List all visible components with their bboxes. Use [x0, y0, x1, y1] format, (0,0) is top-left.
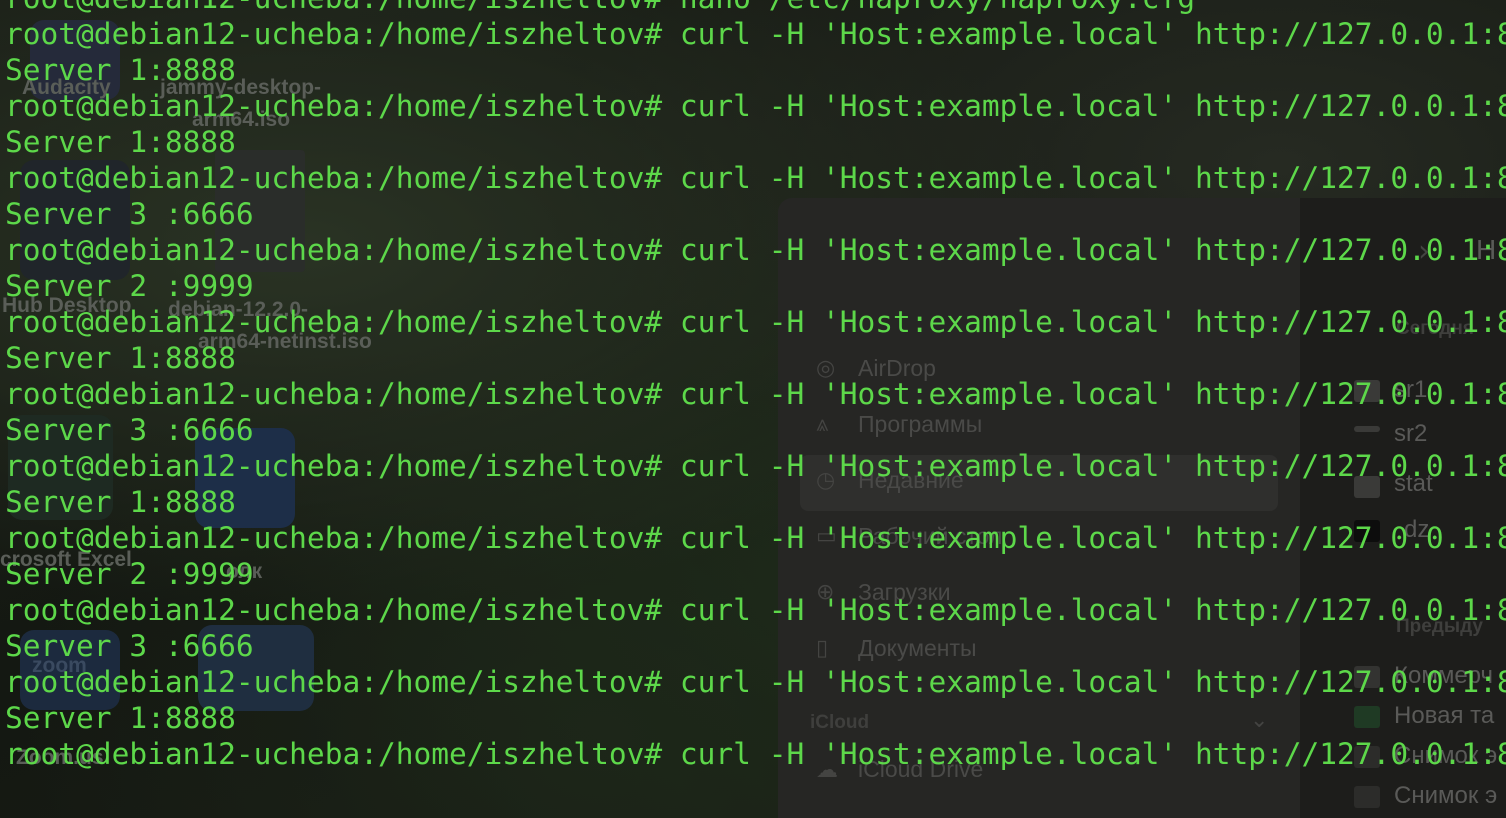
terminal-line: root@debian12-ucheba:/home/iszheltov# cu… — [5, 89, 1506, 123]
terminal-line: Server 3 :6666 — [5, 197, 254, 231]
terminal-line: root@debian12-ucheba:/home/iszheltov# cu… — [5, 377, 1506, 411]
terminal-line: root@debian12-ucheba:/home/iszheltov# cu… — [5, 305, 1506, 339]
terminal-line: Server 2 :9999 — [5, 269, 254, 303]
desktop-screen: Audacity jammy-desktop- arm64.iso Hub De… — [0, 0, 1506, 818]
terminal-line: root@debian12-ucheba:/home/iszheltov# cu… — [5, 449, 1506, 483]
terminal-line: root@debian12-ucheba:/home/iszheltov# cu… — [5, 593, 1506, 627]
terminal-line: root@debian12-ucheba:/home/iszheltov# cu… — [5, 521, 1506, 555]
terminal-output[interactable]: root@debian12-ucheba:/home/iszheltov# na… — [0, 0, 1506, 818]
terminal-line: root@debian12-ucheba:/home/iszheltov# cu… — [5, 161, 1506, 195]
terminal-line: Server 1:8888 — [5, 125, 236, 159]
terminal-line: Server 2 :9999 — [5, 557, 254, 591]
terminal-line-partial: root@debian12-ucheba:/home/iszheltov# na… — [5, 0, 1195, 16]
terminal-line: Server 1:8888 — [5, 53, 236, 87]
terminal-line: root@debian12-ucheba:/home/iszheltov# cu… — [5, 665, 1506, 699]
terminal-line: Server 1:8888 — [5, 341, 236, 375]
terminal-line: root@debian12-ucheba:/home/iszheltov# cu… — [5, 233, 1506, 267]
terminal-line: root@debian12-ucheba:/home/iszheltov# cu… — [5, 17, 1506, 51]
terminal-line: Server 1:8888 — [5, 701, 236, 735]
terminal-line: Server 3 :6666 — [5, 629, 254, 663]
terminal-line: Server 3 :6666 — [5, 413, 254, 447]
terminal-line: Server 1:8888 — [5, 485, 236, 519]
terminal-line: root@debian12-ucheba:/home/iszheltov# cu… — [5, 737, 1506, 771]
